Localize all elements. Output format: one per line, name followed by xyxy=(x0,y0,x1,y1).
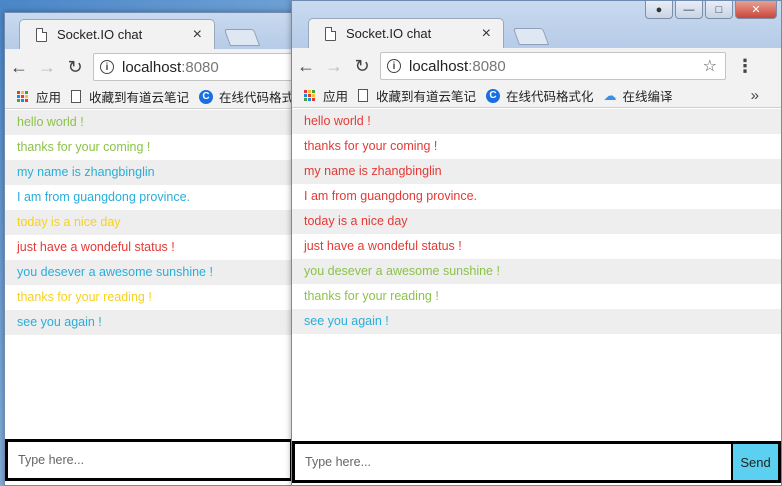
close-window-icon[interactable]: ✕ xyxy=(735,1,777,19)
bookmark-apps[interactable]: 应用 xyxy=(304,86,348,105)
close-tab-icon[interactable]: × xyxy=(193,26,202,43)
apps-grid-icon xyxy=(304,90,315,101)
message-item: thanks for your coming ! xyxy=(292,134,781,159)
message-form: Send xyxy=(292,441,781,483)
url-host: localhost xyxy=(409,57,469,75)
forward-arrow-icon[interactable]: → xyxy=(320,56,348,77)
browser-toolbar: ← → ↻ i localhost:8080 xyxy=(5,49,293,85)
browser-tab[interactable]: Socket.IO chat × xyxy=(19,19,215,49)
new-tab-button[interactable] xyxy=(512,28,550,45)
url-port: :8080 xyxy=(181,58,219,76)
info-icon[interactable]: i xyxy=(100,60,114,74)
title-bar: Socket.IO chat × ● — □ ✕ xyxy=(292,1,781,48)
close-tab-icon[interactable]: × xyxy=(482,25,491,42)
url-host: localhost xyxy=(122,58,182,76)
message-item: thanks for your reading ! xyxy=(292,284,781,309)
message-item: you desever a awesome sunshine ! xyxy=(5,260,293,285)
bookmark-label: 在线编译 xyxy=(622,90,673,104)
page-icon xyxy=(325,26,336,41)
message-form xyxy=(5,439,293,481)
tab-title: Socket.IO chat xyxy=(57,27,143,42)
cloud-icon: ☁ xyxy=(603,87,617,103)
bookmark-online-compile[interactable]: ☁ 在线编译 xyxy=(604,86,673,105)
code-format-icon: C xyxy=(486,88,501,103)
bookmark-label: 在线代码格式 xyxy=(219,91,293,105)
minimize-icon[interactable]: — xyxy=(675,1,703,19)
bookmark-label: 收藏到有道云笔记 xyxy=(89,91,190,105)
browser-window-right: Socket.IO chat × ● — □ ✕ ← → ↻ i localho… xyxy=(291,0,782,486)
title-bar: Socket.IO chat × xyxy=(5,13,293,49)
reload-icon[interactable]: ↻ xyxy=(61,57,89,78)
user-icon[interactable]: ● xyxy=(645,1,673,19)
bookmark-youdao[interactable]: 收藏到有道云笔记 xyxy=(358,86,476,105)
forward-arrow-icon[interactable]: → xyxy=(33,57,61,78)
tab-title: Socket.IO chat xyxy=(346,26,432,41)
bookmark-code-format[interactable]: C 在线代码格式化 xyxy=(486,86,594,105)
message-item: you desever a awesome sunshine ! xyxy=(292,259,781,284)
message-item: just have a wondeful status ! xyxy=(5,235,293,260)
bookmark-label: 在线代码格式化 xyxy=(506,90,594,104)
message-list: hello world ! thanks for your coming ! my … xyxy=(5,110,293,335)
url-port: :8080 xyxy=(468,57,506,75)
bookmark-apps[interactable]: 应用 xyxy=(17,87,61,106)
message-item: I am from guangdong province. xyxy=(5,185,293,210)
message-item: hello world ! xyxy=(5,110,293,135)
bookmark-star-icon[interactable]: ☆ xyxy=(703,56,717,76)
message-item: thanks for your coming ! xyxy=(5,135,293,160)
address-bar[interactable]: i localhost:8080 ☆ xyxy=(380,52,726,80)
bookmark-label: 收藏到有道云笔记 xyxy=(376,90,477,104)
code-format-icon: C xyxy=(199,89,214,104)
back-arrow-icon[interactable]: ← xyxy=(5,57,33,78)
message-item: I am from guangdong province. xyxy=(292,184,781,209)
maximize-icon[interactable]: □ xyxy=(705,1,733,19)
window-controls: ● — □ ✕ xyxy=(645,1,777,19)
message-input[interactable] xyxy=(295,444,731,480)
bookmark-label: 应用 xyxy=(323,90,349,104)
message-item: today is a nice day xyxy=(5,210,293,235)
message-item: thanks for your reading ! xyxy=(5,285,293,310)
message-item: just have a wondeful status ! xyxy=(292,234,781,259)
message-input[interactable] xyxy=(8,442,290,478)
page-icon xyxy=(71,90,82,103)
new-tab-button[interactable] xyxy=(223,29,261,46)
reload-icon[interactable]: ↻ xyxy=(348,56,376,77)
browser-toolbar: ← → ↻ i localhost:8080 ☆ ⋮ xyxy=(292,48,781,84)
page-icon xyxy=(36,27,47,42)
address-bar[interactable]: i localhost:8080 xyxy=(93,53,293,81)
bookmark-code-format[interactable]: C 在线代码格式 xyxy=(199,87,293,106)
browser-tab[interactable]: Socket.IO chat × xyxy=(308,18,504,48)
more-bookmarks-icon[interactable]: » xyxy=(751,87,759,104)
message-item: see you again ! xyxy=(292,309,781,334)
message-list: hello world ! thanks for your coming ! my … xyxy=(292,109,781,334)
apps-grid-icon xyxy=(17,91,28,102)
bookmarks-bar: 应用 收藏到有道云笔记 C 在线代码格式化 ☁ 在线编译 » xyxy=(292,84,781,108)
bookmark-youdao[interactable]: 收藏到有道云笔记 xyxy=(71,87,189,106)
message-item: my name is zhangbinglin xyxy=(5,160,293,185)
bookmarks-bar: 应用 收藏到有道云笔记 C 在线代码格式 xyxy=(5,85,293,109)
send-button[interactable]: Send xyxy=(733,444,778,480)
browser-window-left: Socket.IO chat × ← → ↻ i localhost:8080 … xyxy=(4,12,294,486)
message-item: today is a nice day xyxy=(292,209,781,234)
back-arrow-icon[interactable]: ← xyxy=(292,56,320,77)
bookmark-label: 应用 xyxy=(36,91,62,105)
message-item: hello world ! xyxy=(292,109,781,134)
menu-dots-icon[interactable]: ⋮ xyxy=(736,56,754,77)
page-icon xyxy=(358,89,369,102)
message-item: my name is zhangbinglin xyxy=(292,159,781,184)
message-item: see you again ! xyxy=(5,310,293,335)
info-icon[interactable]: i xyxy=(387,59,401,73)
